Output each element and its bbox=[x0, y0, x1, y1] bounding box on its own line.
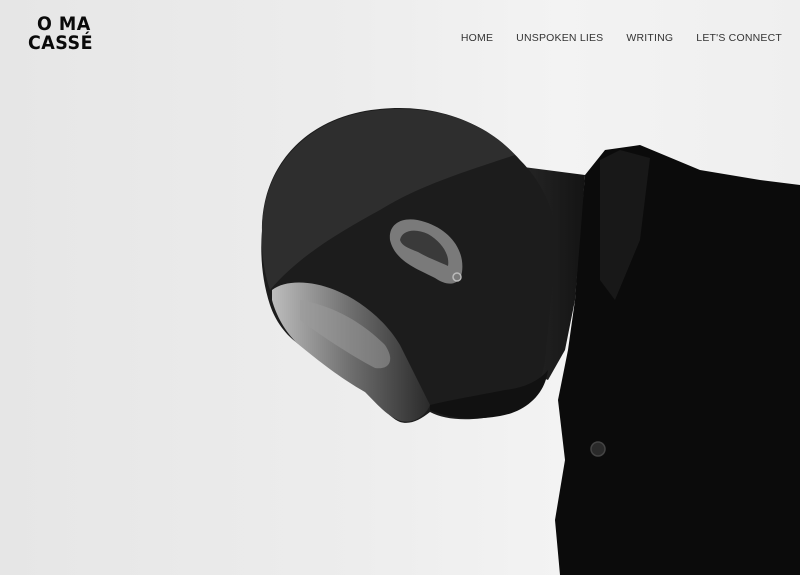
nav-item-home[interactable]: HOME bbox=[461, 32, 493, 44]
shirt-shape bbox=[555, 145, 800, 575]
site-logo[interactable]: O MA CASSÉ bbox=[28, 15, 100, 53]
hero-photo bbox=[261, 108, 800, 575]
main-nav: HOME UNSPOKEN LIES WRITING LET'S CONNECT bbox=[438, 32, 782, 44]
nav-item-writing[interactable]: WRITING bbox=[626, 32, 673, 44]
shirt-button bbox=[590, 441, 606, 457]
logo-line-2: CASSÉ bbox=[28, 32, 94, 54]
site-header: O MA CASSÉ HOME UNSPOKEN LIES WRITING LE… bbox=[0, 0, 800, 70]
nav-item-lets-connect[interactable]: LET'S CONNECT bbox=[696, 32, 782, 44]
page: O MA CASSÉ HOME UNSPOKEN LIES WRITING LE… bbox=[0, 0, 800, 575]
nav-item-unspoken-lies[interactable]: UNSPOKEN LIES bbox=[516, 32, 603, 44]
